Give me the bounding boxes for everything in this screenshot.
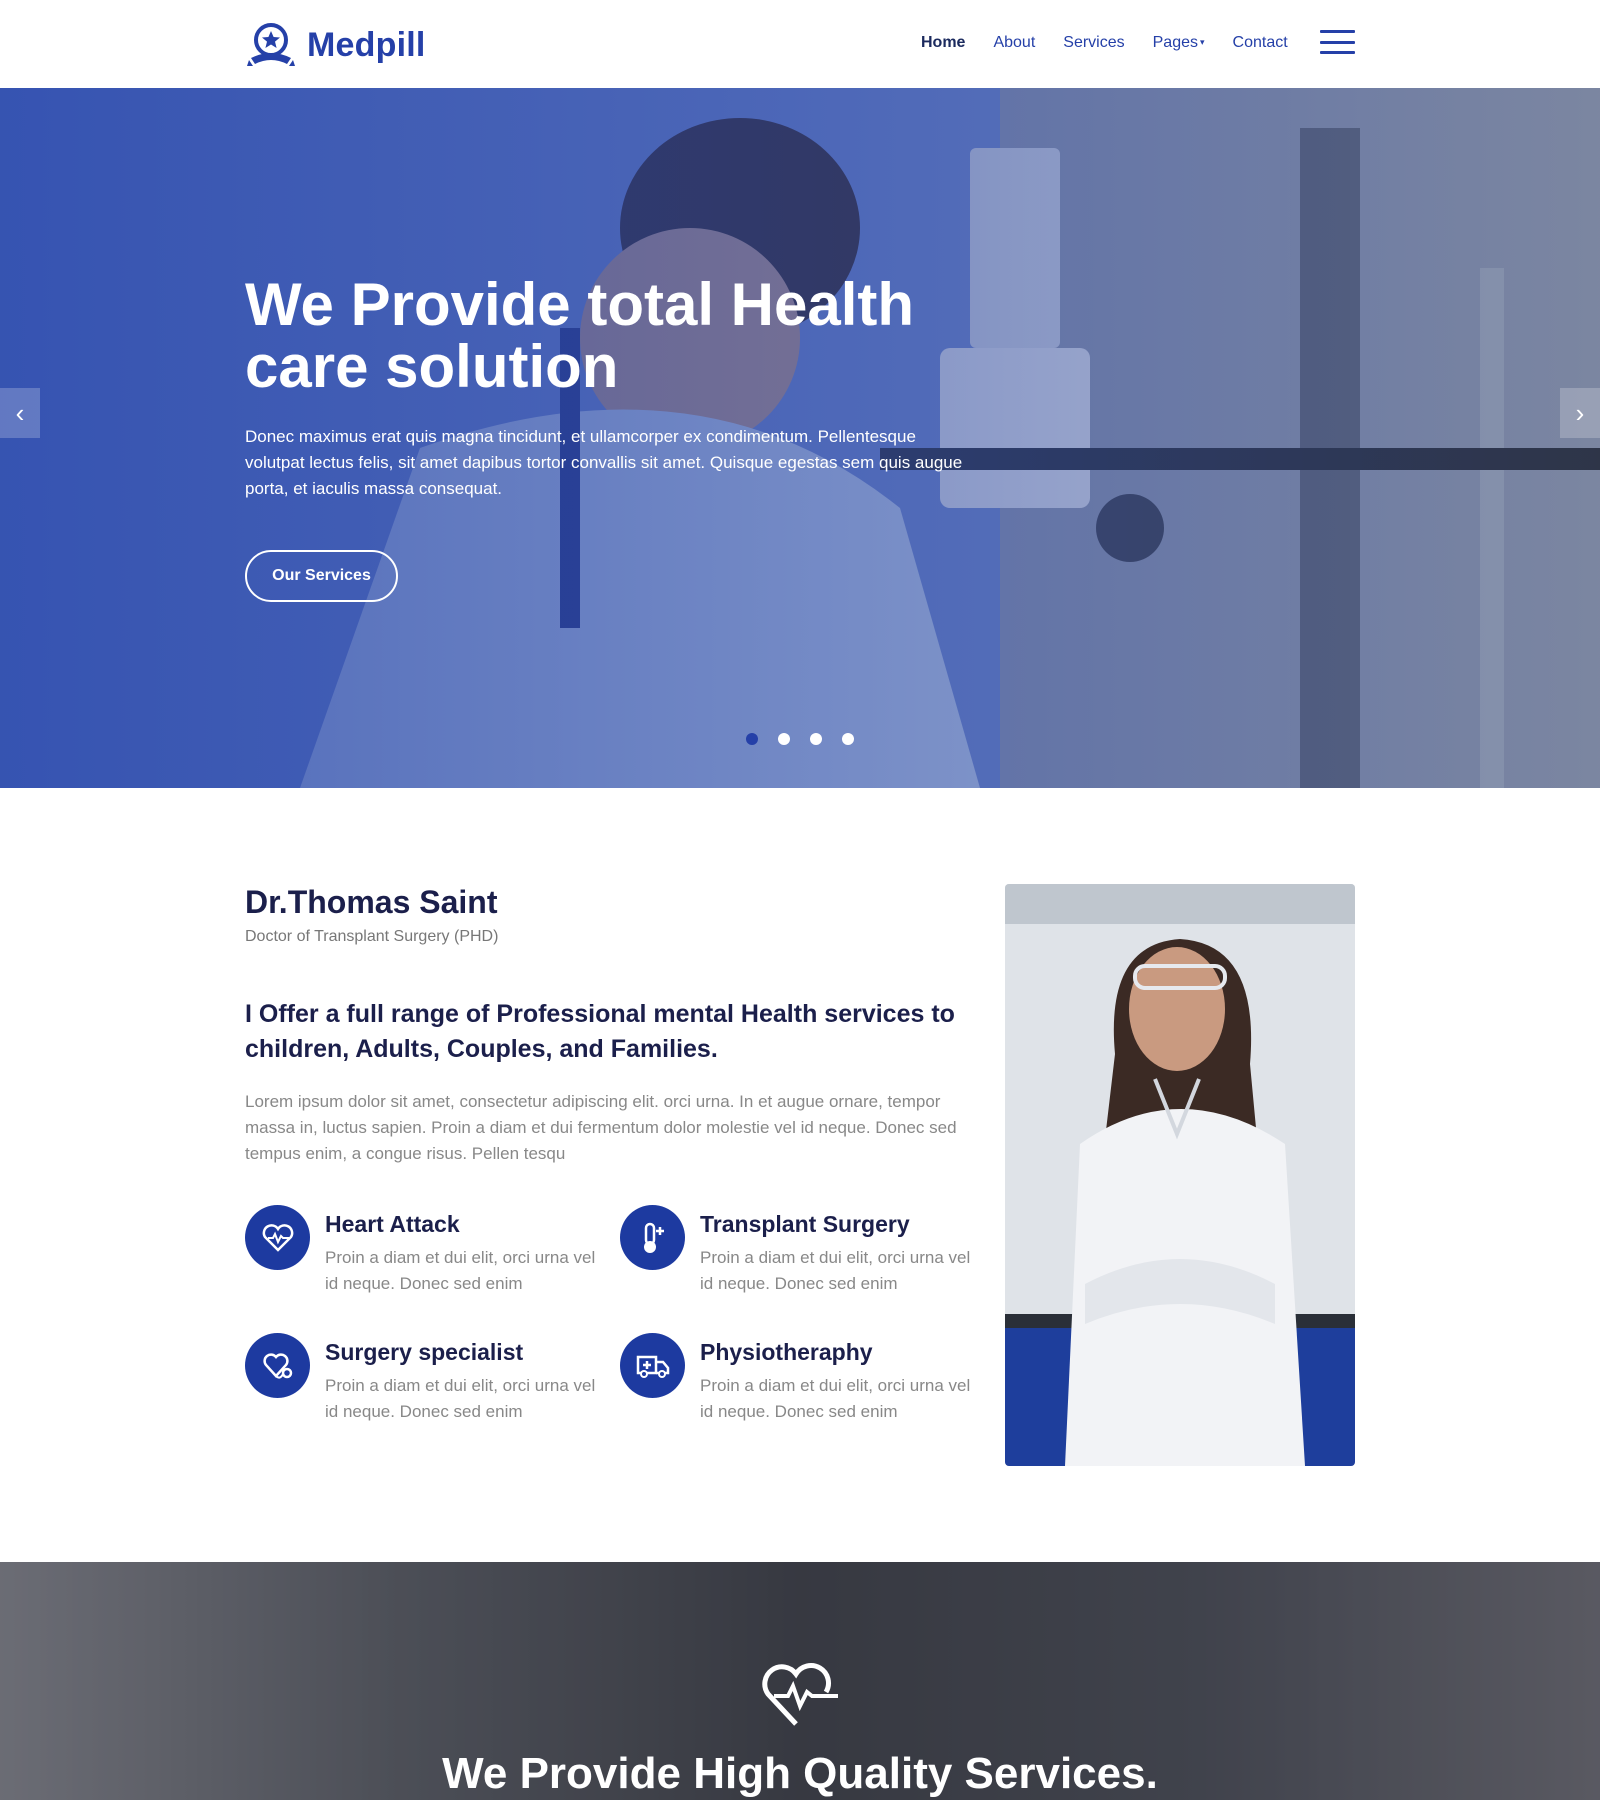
- heartbeat-icon: [762, 1663, 838, 1726]
- nav-services[interactable]: Services: [1063, 34, 1124, 52]
- our-services-button[interactable]: Our Services: [245, 550, 398, 602]
- hamburger-bar: [1320, 30, 1355, 33]
- hero-title: We Provide total Health care solution: [245, 271, 915, 400]
- stethoscope-heart-icon: [245, 1333, 310, 1398]
- doctor-name: Dr.Thomas Saint: [245, 884, 498, 920]
- feature-title: Physiotheraphy: [700, 1339, 873, 1365]
- services-headline: I Offer a full range of Professional men…: [245, 1000, 955, 1063]
- feature-heart-attack[interactable]: Heart Attack Proin a diam et dui elit, o…: [245, 1205, 605, 1305]
- site-header: Medpill Home About Services Pages ▾ Conta…: [0, 0, 1600, 88]
- feature-text: Proin a diam et dui elit, orci urna vel …: [700, 1248, 971, 1293]
- slider-dot-4[interactable]: [842, 733, 854, 745]
- feature-transplant-surgery[interactable]: Transplant Surgery Proin a diam et dui e…: [620, 1205, 980, 1305]
- slider-dots: [746, 733, 854, 745]
- feature-text: Proin a diam et dui elit, orci urna vel …: [700, 1376, 971, 1421]
- about-paragraph: Lorem ipsum dolor sit amet, consectetur …: [245, 1092, 957, 1163]
- doctor-role: Doctor of Transplant Surgery (PHD): [245, 928, 499, 945]
- quality-services-banner: We Provide High Quality Services.: [0, 1562, 1600, 1800]
- nav-home[interactable]: Home: [921, 34, 965, 52]
- hamburger-bar: [1320, 51, 1355, 54]
- slider-next-arrow[interactable]: ›: [1560, 388, 1600, 438]
- feature-title: Surgery specialist: [325, 1339, 524, 1365]
- slider-dot-1[interactable]: [746, 733, 758, 745]
- doctor-photo: [1005, 884, 1355, 1466]
- feature-title: Heart Attack: [325, 1211, 460, 1237]
- slider-prev-arrow[interactable]: ‹: [0, 388, 40, 438]
- chevron-right-icon: ›: [1575, 397, 1585, 428]
- brand-name: Medpill: [307, 25, 426, 64]
- nav-contact[interactable]: Contact: [1233, 34, 1288, 52]
- banner-title: We Provide High Quality Services.: [442, 1749, 1158, 1798]
- chevron-left-icon: ‹: [15, 397, 25, 428]
- doctor-photo-illustration: [1005, 884, 1355, 1466]
- feature-surgery-specialist[interactable]: Surgery specialist Proin a diam et dui e…: [245, 1333, 605, 1433]
- nav-pages-label: Pages: [1152, 34, 1198, 51]
- feature-text: Proin a diam et dui elit, orci urna vel …: [325, 1376, 596, 1421]
- caret-down-icon: ▾: [1200, 37, 1205, 48]
- main-nav: Home About Services Pages ▾ Contact: [921, 34, 1288, 52]
- hamburger-bar: [1320, 40, 1355, 44]
- thermometer-icon: [620, 1205, 685, 1270]
- ambulance-icon: [620, 1333, 685, 1398]
- hero-slider: We Provide total Health care solution Do…: [0, 88, 1600, 788]
- slider-dot-3[interactable]: [810, 733, 822, 745]
- hamburger-icon[interactable]: [1320, 30, 1355, 54]
- feature-physiotheraphy[interactable]: Physiotheraphy Proin a diam et dui elit,…: [620, 1333, 980, 1433]
- hero-description: Donec maximus erat quis magna tincidunt,…: [245, 427, 963, 498]
- slider-dot-2[interactable]: [778, 733, 790, 745]
- logo[interactable]: Medpill: [245, 20, 426, 70]
- medal-star-icon: [247, 23, 295, 66]
- nav-about[interactable]: About: [993, 34, 1035, 52]
- nav-pages[interactable]: Pages ▾: [1153, 34, 1205, 52]
- feature-text: Proin a diam et dui elit, orci urna vel …: [325, 1248, 596, 1293]
- heartbeat-icon: [245, 1205, 310, 1270]
- feature-title: Transplant Surgery: [700, 1211, 910, 1237]
